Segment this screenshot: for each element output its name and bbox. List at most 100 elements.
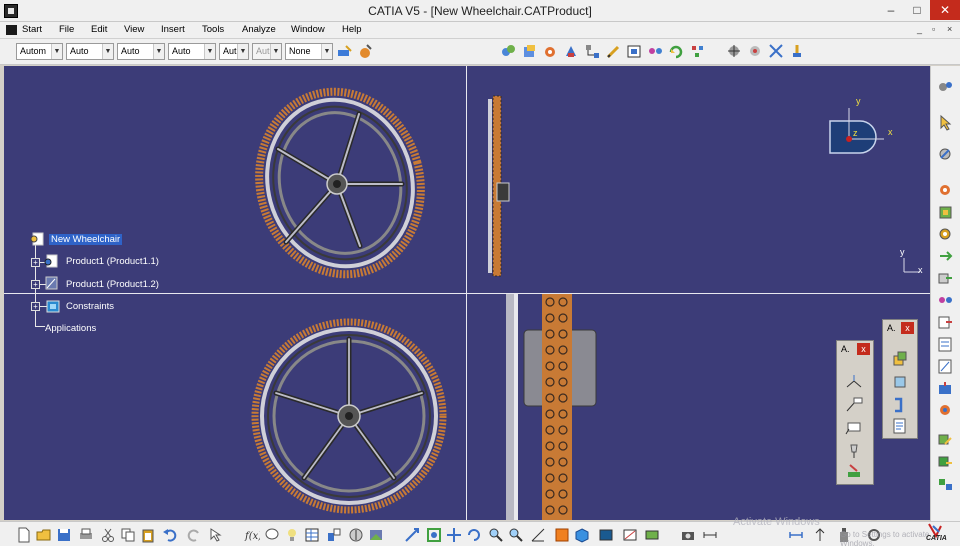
menu-view[interactable]: View xyxy=(124,24,144,35)
comment-icon[interactable] xyxy=(264,527,280,543)
existing-component-icon[interactable] xyxy=(542,43,559,60)
tree-item-product1-1[interactable]: Product1 (Product1.1) xyxy=(66,256,159,267)
tree-item-product1-2[interactable]: Product1 (Product1.2) xyxy=(66,279,159,290)
replace-component-icon[interactable] xyxy=(563,43,580,60)
tree-item-constraints[interactable]: Constraints xyxy=(66,301,114,312)
menu-analyze[interactable]: Analyze xyxy=(242,24,276,35)
formula-icon[interactable]: f(x) xyxy=(244,527,260,543)
product-cube-icon[interactable] xyxy=(891,350,909,368)
multi-view-icon[interactable] xyxy=(554,527,570,543)
component-icon[interactable] xyxy=(521,43,538,60)
apply-material-icon[interactable] xyxy=(357,43,374,60)
update-icon[interactable] xyxy=(668,43,685,60)
rotate-view-icon[interactable] xyxy=(466,527,482,543)
floating-toolbar-close-button[interactable]: x xyxy=(857,343,870,355)
text-annotation-icon[interactable] xyxy=(845,396,863,414)
knowledge-icon[interactable] xyxy=(326,527,342,543)
flag-note-icon[interactable] xyxy=(845,419,863,437)
expand-icon[interactable]: + xyxy=(31,280,40,289)
drawing-sheet-icon[interactable] xyxy=(891,417,909,435)
pin-icon[interactable] xyxy=(845,442,863,460)
catalog-icon[interactable] xyxy=(626,43,643,60)
line-type-combo[interactable]: Auto ▼ xyxy=(168,43,216,60)
product-icon[interactable] xyxy=(44,254,58,268)
fit-all-icon[interactable] xyxy=(426,527,442,543)
point-symbol-combo[interactable]: Aut ▼ xyxy=(219,43,249,60)
assembly-workbench-icon[interactable] xyxy=(937,78,954,95)
shading-icon[interactable] xyxy=(598,527,614,543)
hide-show-icon[interactable] xyxy=(622,527,638,543)
color-combo[interactable]: Autom ▼ xyxy=(16,43,63,60)
constraint-icon[interactable] xyxy=(647,43,664,60)
paste-icon[interactable] xyxy=(140,527,156,543)
save-icon[interactable] xyxy=(56,527,72,543)
measure-inertia-icon[interactable] xyxy=(812,527,828,543)
quick-constraint-icon[interactable] xyxy=(937,432,954,449)
move-component-icon[interactable] xyxy=(937,248,954,265)
mdi-restore-button[interactable]: ▫ xyxy=(932,24,935,34)
menu-insert[interactable]: Insert xyxy=(161,24,185,35)
menu-start[interactable]: Start xyxy=(22,24,42,35)
product-icon[interactable] xyxy=(44,276,58,290)
undo-icon[interactable] xyxy=(162,527,178,543)
maximize-button[interactable]: □ xyxy=(904,0,930,20)
swap-visible-space-icon[interactable] xyxy=(644,527,660,543)
print-icon[interactable] xyxy=(78,527,94,543)
whats-this-icon[interactable] xyxy=(208,527,224,543)
weld-feature-icon[interactable] xyxy=(845,373,863,391)
angle-icon[interactable] xyxy=(937,358,954,375)
flexible-icon[interactable] xyxy=(937,454,954,471)
mdi-minimize-button[interactable]: _ xyxy=(917,24,922,34)
coincidence-icon[interactable] xyxy=(937,292,954,309)
menu-window[interactable]: Window xyxy=(291,24,325,35)
minimize-button[interactable]: – xyxy=(878,0,904,20)
tree-root-new-wheelchair[interactable]: New Wheelchair xyxy=(49,234,123,245)
light-bulb-icon[interactable] xyxy=(284,527,300,543)
tree-item-applications[interactable]: Applications xyxy=(45,323,96,334)
pan-icon[interactable] xyxy=(446,527,462,543)
gear-icon[interactable] xyxy=(937,226,954,243)
capture-camera-icon[interactable] xyxy=(680,527,696,543)
component-insert-icon[interactable] xyxy=(937,204,954,221)
normal-view-icon[interactable] xyxy=(530,527,546,543)
select-arrow-icon[interactable] xyxy=(937,114,954,131)
cut-icon[interactable] xyxy=(100,527,116,543)
expand-icon[interactable]: + xyxy=(31,302,40,311)
scenes-icon[interactable] xyxy=(368,527,384,543)
product-root-icon[interactable] xyxy=(30,232,44,246)
zoom-out-icon[interactable] xyxy=(508,527,524,543)
format-painter-icon[interactable] xyxy=(336,43,353,60)
mdi-close-button[interactable]: × xyxy=(947,24,952,34)
open-folder-icon[interactable] xyxy=(36,527,52,543)
contact-icon[interactable] xyxy=(937,314,954,331)
measure-between-icon[interactable] xyxy=(702,527,718,543)
manipulation-icon[interactable] xyxy=(726,43,743,60)
start-icon[interactable] xyxy=(6,25,17,35)
new-file-icon[interactable] xyxy=(16,527,32,543)
menu-edit[interactable]: Edit xyxy=(91,24,107,35)
gear-settings-icon[interactable] xyxy=(937,182,954,199)
close-button[interactable]: ✕ xyxy=(930,0,960,20)
bracket-icon[interactable] xyxy=(891,396,909,414)
layer-combo[interactable]: None ▼ xyxy=(285,43,333,60)
constraints-icon[interactable] xyxy=(46,299,60,313)
zoom-in-icon[interactable] xyxy=(488,527,504,543)
3d-viewport[interactable]: y x z y x New Wheelchair + Product1 (Pro… xyxy=(4,66,930,520)
menu-file[interactable]: File xyxy=(59,24,74,35)
sketch-pencil-icon[interactable] xyxy=(605,43,622,60)
menu-help[interactable]: Help xyxy=(342,24,362,35)
redo-icon[interactable] xyxy=(186,527,202,543)
iso-view-icon[interactable] xyxy=(574,527,590,543)
explode-icon[interactable] xyxy=(689,43,706,60)
table-icon[interactable] xyxy=(304,527,320,543)
fix-component-icon[interactable] xyxy=(789,43,806,60)
expand-icon[interactable]: + xyxy=(31,258,40,267)
offset-icon[interactable] xyxy=(937,336,954,353)
measure-item-icon[interactable] xyxy=(788,527,804,543)
copy-icon[interactable] xyxy=(120,527,136,543)
line-thickness-combo[interactable]: Auto ▼ xyxy=(117,43,165,60)
product-icon-a[interactable] xyxy=(500,43,517,60)
fix-icon[interactable] xyxy=(937,380,954,397)
generate-icon[interactable] xyxy=(845,462,863,480)
smart-move-icon[interactable] xyxy=(768,43,785,60)
